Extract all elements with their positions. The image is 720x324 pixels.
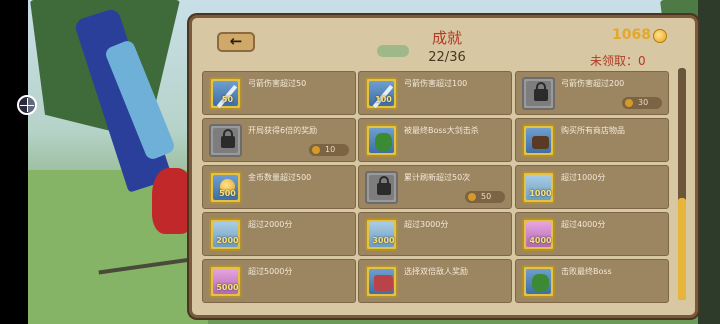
score-icon: 2000 [209, 218, 242, 251]
sword-icon: 100 [365, 77, 398, 110]
score-pink-icon: 4000 [522, 218, 555, 251]
achievement-panel: ← 成就 22/36 1068 未领取：0 50 弓箭伤害超过50 100 弓箭伤害超… [189, 15, 698, 318]
icon-value: 1000 [529, 189, 552, 198]
achievement-label: 弓箭伤害超过100 [404, 79, 468, 88]
achievement-card[interactable]: 50 弓箭伤害超过50 [202, 71, 356, 115]
achievement-label: 金币数量超过500 [248, 173, 312, 182]
lock-icon [377, 176, 391, 195]
reward-amount: 50 [481, 192, 492, 201]
score-pink-icon: 5000 [209, 265, 242, 298]
icon-background [369, 175, 394, 200]
icon-background [526, 269, 551, 294]
icon-value: 500 [219, 189, 236, 198]
coin-icon [312, 146, 320, 154]
lock-icon [221, 129, 235, 148]
icon-value: 4000 [529, 236, 552, 245]
icon-background: 3000 [369, 222, 395, 247]
coin-icon [468, 193, 476, 201]
lock-icon [209, 124, 242, 157]
panel-title: 成就 [431, 29, 462, 47]
icon-background [369, 269, 394, 294]
achievement-card[interactable]: 4000 超过4000分 [515, 212, 669, 256]
gold-count: 1068 [612, 27, 651, 43]
achievement-card[interactable]: 开局获得6倍的奖励 10 [202, 118, 356, 162]
achievement-card[interactable]: 购买所有商店物品 [515, 118, 669, 162]
boss-icon [375, 133, 392, 151]
icon-background: 500 [213, 175, 238, 200]
reward-amount: 30 [638, 98, 649, 107]
crosshair-icon[interactable] [17, 95, 37, 115]
unclaimed-count: 未领取：0 [590, 54, 646, 68]
icon-background [526, 128, 551, 153]
icon-background: 1000 [526, 175, 552, 200]
achievement-card[interactable]: 选择双倍敌人奖励 [358, 259, 512, 303]
reward-badge[interactable]: 30 [622, 97, 662, 109]
icon-background [369, 128, 394, 153]
scrollbar-thumb[interactable] [678, 198, 686, 300]
sword-icon: 50 [209, 77, 242, 110]
icon-background: 2000 [213, 222, 239, 247]
icon-background: 100 [369, 81, 394, 108]
achievement-card[interactable]: 2000 超过2000分 [202, 212, 356, 256]
achievement-card[interactable]: 500 金币数量超过500 [202, 165, 356, 209]
icon-value: 3000 [372, 236, 395, 245]
icon-value: 50 [221, 95, 234, 104]
icon-background [526, 81, 551, 106]
achievement-label: 被最终Boss大剑击杀 [404, 126, 479, 135]
shop-icon [532, 136, 549, 149]
achievement-label: 选择双倍敌人奖励 [404, 267, 468, 276]
reward-badge[interactable]: 50 [465, 191, 505, 203]
achievement-label: 购买所有商店物品 [561, 126, 625, 135]
achievement-label: 累计刷新超过50次 [404, 173, 471, 182]
back-button[interactable]: ← [217, 32, 255, 52]
achievement-card[interactable]: 5000 超过5000分 [202, 259, 356, 303]
achievement-list[interactable]: 50 弓箭伤害超过50 100 弓箭伤害超过100 弓箭伤害超过200 30 开局获得6倍的… [202, 71, 672, 311]
icon-background [213, 128, 238, 153]
icon-value: 100 [375, 95, 392, 104]
achievement-label: 弓箭伤害超过50 [248, 79, 307, 88]
enemy-icon [374, 275, 393, 291]
left-letterbox [0, 0, 28, 324]
coin-icon [625, 99, 633, 107]
achievement-label: 超过5000分 [248, 267, 293, 276]
scrollbar[interactable] [678, 68, 686, 300]
achievement-label: 超过2000分 [248, 220, 293, 229]
lock-icon [365, 171, 398, 204]
icon-background: 4000 [526, 222, 552, 247]
boss-icon [532, 274, 549, 292]
boss-icon [522, 265, 555, 298]
red-monster [152, 168, 194, 234]
shop-icon [522, 124, 555, 157]
right-letterbox [698, 0, 720, 324]
lock-icon [522, 77, 555, 110]
gold-coin-icon [653, 29, 667, 43]
achievement-label: 超过1000分 [561, 173, 606, 182]
achievement-progress: 22/36 [428, 50, 466, 65]
reward-badge[interactable]: 10 [309, 144, 349, 156]
icon-background: 5000 [213, 269, 239, 294]
reward-amount: 10 [325, 145, 336, 154]
coin-icon: 500 [209, 171, 242, 204]
lock-icon [534, 82, 548, 101]
score-icon: 1000 [522, 171, 555, 204]
achievement-label: 超过4000分 [561, 220, 606, 229]
achievement-card[interactable]: 3000 超过3000分 [358, 212, 512, 256]
achievement-label: 开局获得6倍的奖励 [248, 126, 318, 135]
icon-background: 50 [213, 81, 238, 108]
icon-value: 2000 [216, 236, 239, 245]
achievement-card[interactable]: 弓箭伤害超过200 30 [515, 71, 669, 115]
score-icon: 3000 [365, 218, 398, 251]
achievement-card[interactable]: 击败最终Boss [515, 259, 669, 303]
achievement-card[interactable]: 累计刷新超过50次 50 [358, 165, 512, 209]
achievement-card[interactable]: 1000 超过1000分 [515, 165, 669, 209]
icon-value: 5000 [216, 283, 239, 292]
enemy-icon [365, 265, 398, 298]
achievement-label: 超过3000分 [404, 220, 449, 229]
achievement-card[interactable]: 被最终Boss大剑击杀 [358, 118, 512, 162]
small-badge [377, 45, 409, 57]
achievement-label: 弓箭伤害超过200 [561, 79, 625, 88]
achievement-card[interactable]: 100 弓箭伤害超过100 [358, 71, 512, 115]
achievement-label: 击败最终Boss [561, 267, 612, 276]
boss-icon [365, 124, 398, 157]
